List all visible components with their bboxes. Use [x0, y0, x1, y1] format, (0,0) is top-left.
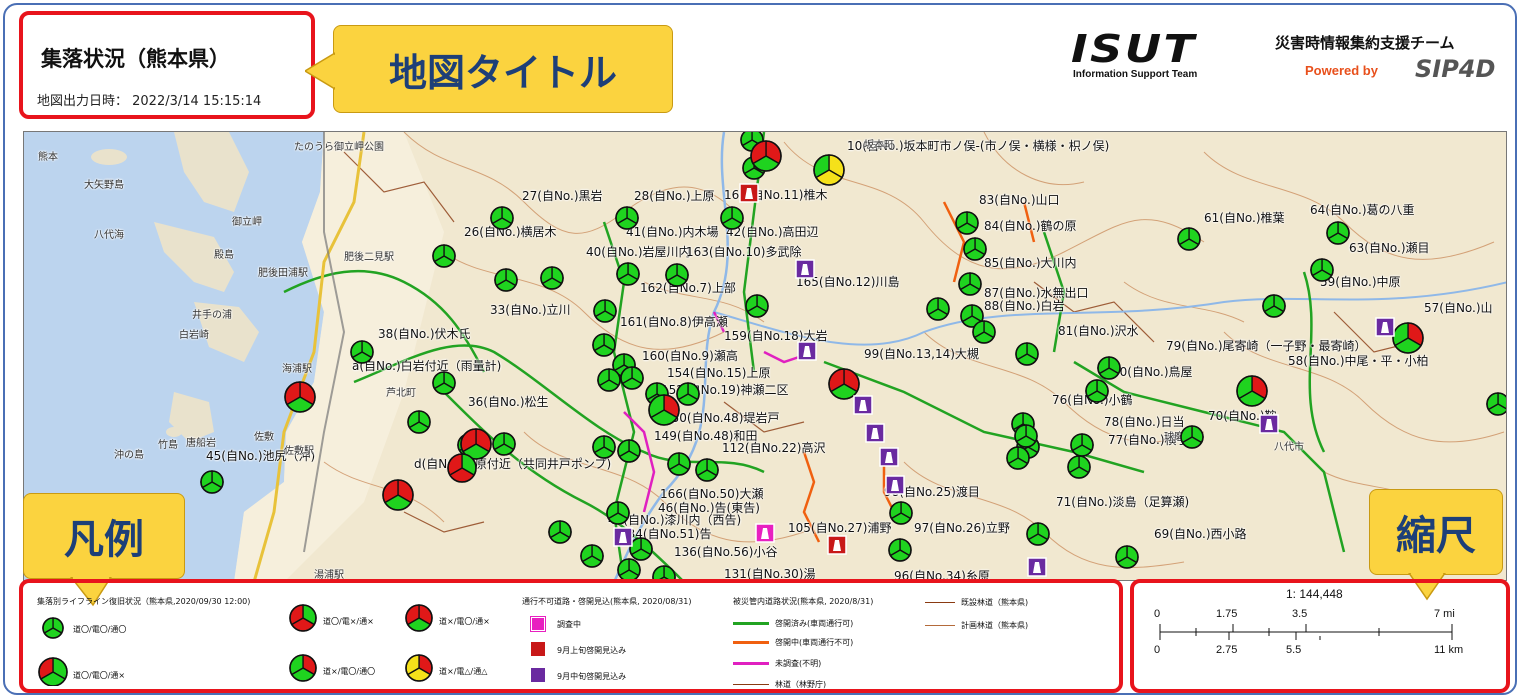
- legend-highlight-box: [19, 579, 1123, 693]
- settlement-marker-road-ng[interactable]: [1236, 375, 1268, 407]
- settlement-marker-ok[interactable]: [620, 366, 644, 390]
- settlement-marker-ok[interactable]: [407, 410, 431, 434]
- settlement-marker-ok[interactable]: [720, 206, 744, 230]
- settlement-marker-road-ng[interactable]: [828, 368, 860, 400]
- settlement-marker-ok[interactable]: [597, 368, 621, 392]
- settlement-marker-ok[interactable]: [1085, 379, 1109, 403]
- settlement-marker-road-ng[interactable]: [1392, 322, 1424, 354]
- settlement-marker-ok[interactable]: [926, 297, 950, 321]
- team-name: 災害時情報集約支援チーム: [1275, 34, 1455, 52]
- settlement-marker-ok[interactable]: [1262, 294, 1286, 318]
- settlement-marker-ok[interactable]: [676, 382, 700, 406]
- settlement-marker-ok[interactable]: [580, 544, 604, 568]
- settlement-marker-ok[interactable]: [492, 432, 516, 456]
- settlement-marker-ok[interactable]: [745, 294, 769, 318]
- scale-highlight-box: [1130, 579, 1510, 693]
- callout-scale-text: 縮尺: [1396, 513, 1476, 559]
- settlement-marker-road-ng[interactable]: [284, 381, 316, 413]
- title-highlight-box: [19, 11, 315, 119]
- isut-logo-mark: ISUT: [1071, 27, 1197, 71]
- settlement-marker-ok[interactable]: [200, 470, 224, 494]
- settlement-marker-ok[interactable]: [972, 320, 996, 344]
- settlement-marker-ok[interactable]: [1310, 258, 1334, 282]
- settlement-marker-ok[interactable]: [490, 206, 514, 230]
- sip4d-logo: SIP4D: [1415, 55, 1496, 83]
- map-sheet: 集落状況（熊本県） 地図出力日時： 2022/3/14 15:15:14 地図タ…: [3, 3, 1517, 695]
- settlement-marker-ok[interactable]: [432, 244, 456, 268]
- isut-logo: ISUT Information Support Team: [1071, 27, 1261, 83]
- settlement-marker-ok[interactable]: [617, 558, 641, 581]
- settlement-marker-ok[interactable]: [963, 237, 987, 261]
- settlement-marker-warn[interactable]: [813, 154, 845, 186]
- callout-map-title-text: 地図タイトル: [388, 50, 617, 95]
- settlement-marker-ok[interactable]: [695, 458, 719, 482]
- isut-logo-subtitle: Information Support Team: [1073, 69, 1198, 80]
- settlement-marker-road-ng[interactable]: [750, 140, 782, 172]
- settlement-marker-ok[interactable]: [1326, 221, 1350, 245]
- settlement-marker-ok[interactable]: [432, 371, 456, 395]
- settlement-marker-ok[interactable]: [592, 333, 616, 357]
- settlement-marker-ok[interactable]: [616, 262, 640, 286]
- settlement-marker-ok[interactable]: [606, 501, 630, 525]
- settlement-marker-ok[interactable]: [617, 439, 641, 463]
- powered-by: Powered by: [1305, 63, 1378, 78]
- settlement-marker-road-ng[interactable]: [382, 479, 414, 511]
- settlement-marker-ok[interactable]: [667, 452, 691, 476]
- settlement-marker-ok[interactable]: [665, 263, 689, 287]
- callout-scale: 縮尺: [1369, 489, 1503, 575]
- settlement-marker-ok[interactable]: [593, 299, 617, 323]
- callout-map-title-pointer: [305, 52, 335, 90]
- settlement-marker-ok[interactable]: [955, 211, 979, 235]
- settlement-marker-ok[interactable]: [1097, 356, 1121, 380]
- settlement-marker-ok[interactable]: [615, 206, 639, 230]
- callout-map-title: 地図タイトル: [333, 25, 673, 113]
- settlement-marker-ok[interactable]: [889, 501, 913, 525]
- settlement-marker-ok[interactable]: [1067, 455, 1091, 479]
- settlement-marker-ok[interactable]: [1026, 522, 1050, 546]
- settlement-marker-ok[interactable]: [1014, 424, 1038, 448]
- callout-legend-text: 凡例: [64, 517, 144, 563]
- settlement-marker-ok[interactable]: [1177, 227, 1201, 251]
- settlement-marker-ok[interactable]: [494, 268, 518, 292]
- settlement-marker-ok[interactable]: [1486, 392, 1507, 416]
- settlement-marker-ok[interactable]: [629, 537, 653, 561]
- settlement-marker-ok[interactable]: [1115, 545, 1139, 569]
- settlement-marker-ok[interactable]: [540, 266, 564, 290]
- map-markers: [200, 132, 1507, 581]
- settlement-marker-road-ng[interactable]: [648, 394, 680, 426]
- settlement-marker-ok[interactable]: [548, 520, 572, 544]
- settlement-marker-ok[interactable]: [350, 340, 374, 364]
- settlement-marker-ok[interactable]: [1015, 342, 1039, 366]
- settlement-marker-ok[interactable]: [592, 435, 616, 459]
- settlement-marker-ok[interactable]: [888, 538, 912, 562]
- settlement-marker-ok[interactable]: [1006, 446, 1030, 470]
- settlement-marker-road-ng[interactable]: [447, 453, 477, 483]
- callout-legend: 凡例: [23, 493, 185, 579]
- map-area[interactable]: 10(自No.)坂本町市ノ俣-(市ノ俣・横様・枳ノ俣) 27(自No.)黒岩 28(…: [23, 131, 1507, 581]
- settlement-marker-ok[interactable]: [1180, 425, 1204, 449]
- settlement-marker-ok[interactable]: [958, 272, 982, 296]
- settlement-marker-ok[interactable]: [1070, 433, 1094, 457]
